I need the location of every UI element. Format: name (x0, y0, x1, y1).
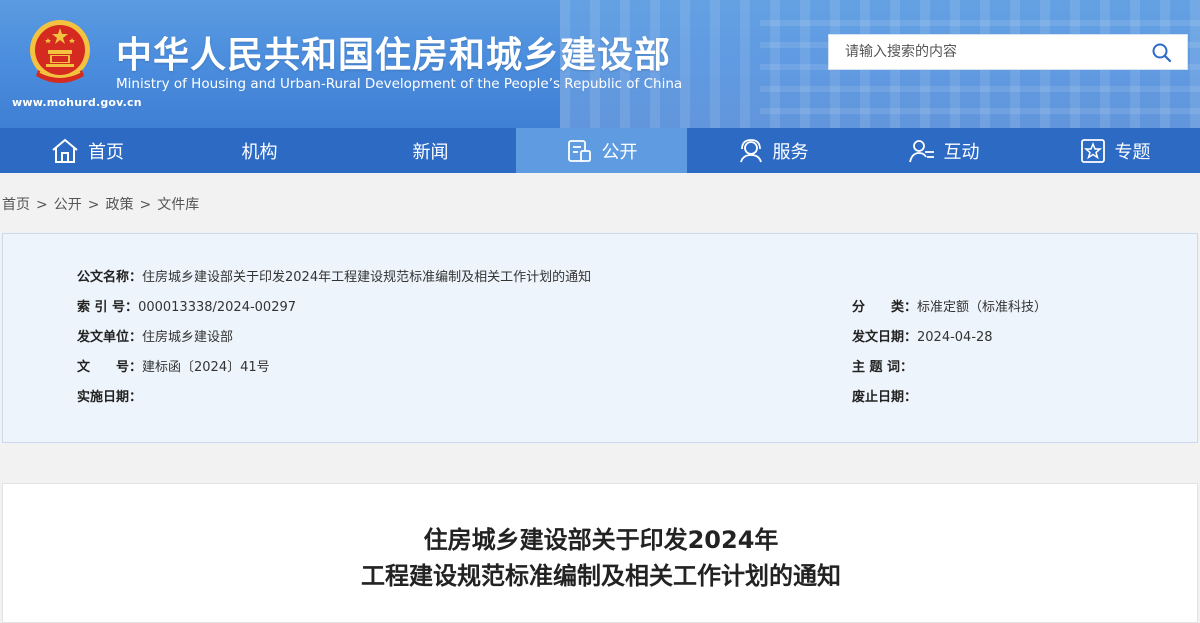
nav-label-news: 新闻 (412, 141, 449, 163)
nav-label-topics: 专题 (1114, 141, 1151, 163)
breadcrumb-policy[interactable]: 政策 (105, 197, 133, 213)
doc-date-label: 发文日期： (852, 330, 918, 345)
site-subtitle: Ministry of Housing and Urban-Rural Deve… (116, 76, 683, 92)
document-info-panel: 公文名称：住房城乡建设部关于印发2024年工程建设规范标准编制及相关工作计划的通… (2, 233, 1198, 443)
breadcrumb-separator: > (87, 197, 100, 213)
nav-label-organization: 机构 (241, 141, 278, 163)
doc-topic-row: 主 题 词： (852, 356, 913, 375)
breadcrumb-public[interactable]: 公开 (54, 197, 82, 213)
doc-number-row: 文 号：建标函〔2024〕41号 (77, 356, 270, 375)
document-icon (567, 139, 591, 162)
article-title: 住房城乡建设部关于印发2024年 工程建设规范标准编制及相关工作计划的通知 (3, 522, 1199, 594)
doc-name-value: 住房城乡建设部关于印发2024年工程建设规范标准编制及相关工作计划的通知 (142, 270, 592, 285)
search-box (828, 34, 1188, 70)
nav-item-service[interactable]: 服务 (687, 128, 858, 173)
doc-index-row: 索 引 号：000013338/2024-00297 (77, 296, 296, 315)
main-nav: 首页 机构 新闻 公开 服务 互动 专题 (0, 128, 1200, 173)
doc-issuer-value: 住房城乡建设部 (142, 330, 234, 345)
breadcrumb-separator: > (139, 197, 152, 213)
doc-category-value: 标准定额（标准科技） (917, 300, 1048, 315)
breadcrumb-library[interactable]: 文件库 (157, 197, 199, 213)
search-icon[interactable] (1151, 42, 1173, 64)
doc-index-value: 000013338/2024-00297 (138, 300, 297, 315)
doc-name-label: 公文名称： (77, 270, 143, 285)
nav-item-public[interactable]: 公开 (516, 128, 687, 173)
nav-item-organization[interactable]: 机构 (174, 128, 345, 173)
site-url: www.mohurd.gov.cn (12, 96, 142, 109)
doc-effective-label: 实施日期： (77, 390, 143, 405)
nav-item-topics[interactable]: 专题 (1029, 128, 1200, 173)
star-icon (1080, 138, 1105, 163)
nav-label-public: 公开 (601, 141, 638, 163)
service-icon (739, 138, 762, 162)
nav-label-home: 首页 (88, 141, 124, 163)
search-input[interactable] (829, 35, 1139, 69)
doc-number-label: 文 号： (77, 360, 143, 375)
nav-item-news[interactable]: 新闻 (345, 128, 516, 173)
doc-topic-label: 主 题 词： (852, 360, 914, 375)
doc-number-value: 建标函〔2024〕41号 (142, 360, 270, 375)
doc-issuer-label: 发文单位： (77, 330, 143, 345)
nav-label-interaction: 互动 (943, 141, 980, 163)
doc-date-row: 发文日期：2024-04-28 (852, 326, 993, 345)
doc-effective-row: 实施日期： (77, 386, 142, 405)
interaction-icon (908, 139, 934, 162)
site-header: www.mohurd.gov.cn 中华人民共和国住房和城乡建设部 Minist… (0, 0, 1200, 128)
national-emblem-icon[interactable] (28, 18, 92, 88)
breadcrumb-separator: > (36, 197, 48, 213)
doc-issuer-row: 发文单位：住房城乡建设部 (77, 326, 233, 345)
breadcrumb: 首页 > 公开 > 政策 > 文件库 (2, 194, 199, 214)
breadcrumb-home[interactable]: 首页 (2, 197, 30, 213)
home-icon (52, 138, 78, 163)
site-title[interactable]: 中华人民共和国住房和城乡建设部 (116, 26, 671, 78)
nav-item-home[interactable]: 首页 (0, 128, 174, 173)
nav-item-interaction[interactable]: 互动 (858, 128, 1029, 173)
doc-repeal-label: 废止日期： (852, 390, 918, 405)
article-title-line1: 住房城乡建设部关于印发2024年 (423, 526, 779, 554)
nav-label-service: 服务 (772, 141, 809, 163)
article-container: 住房城乡建设部关于印发2024年 工程建设规范标准编制及相关工作计划的通知 (2, 483, 1198, 623)
article-title-line2: 工程建设规范标准编制及相关工作计划的通知 (361, 562, 841, 590)
doc-date-value: 2024-04-28 (917, 330, 993, 345)
doc-index-label: 索 引 号： (77, 300, 139, 315)
doc-name-row: 公文名称：住房城乡建设部关于印发2024年工程建设规范标准编制及相关工作计划的通… (77, 266, 591, 285)
doc-category-row: 分 类：标准定额（标准科技） (852, 296, 1047, 315)
doc-repeal-row: 废止日期： (852, 386, 917, 405)
doc-category-label: 分 类： (852, 300, 918, 315)
